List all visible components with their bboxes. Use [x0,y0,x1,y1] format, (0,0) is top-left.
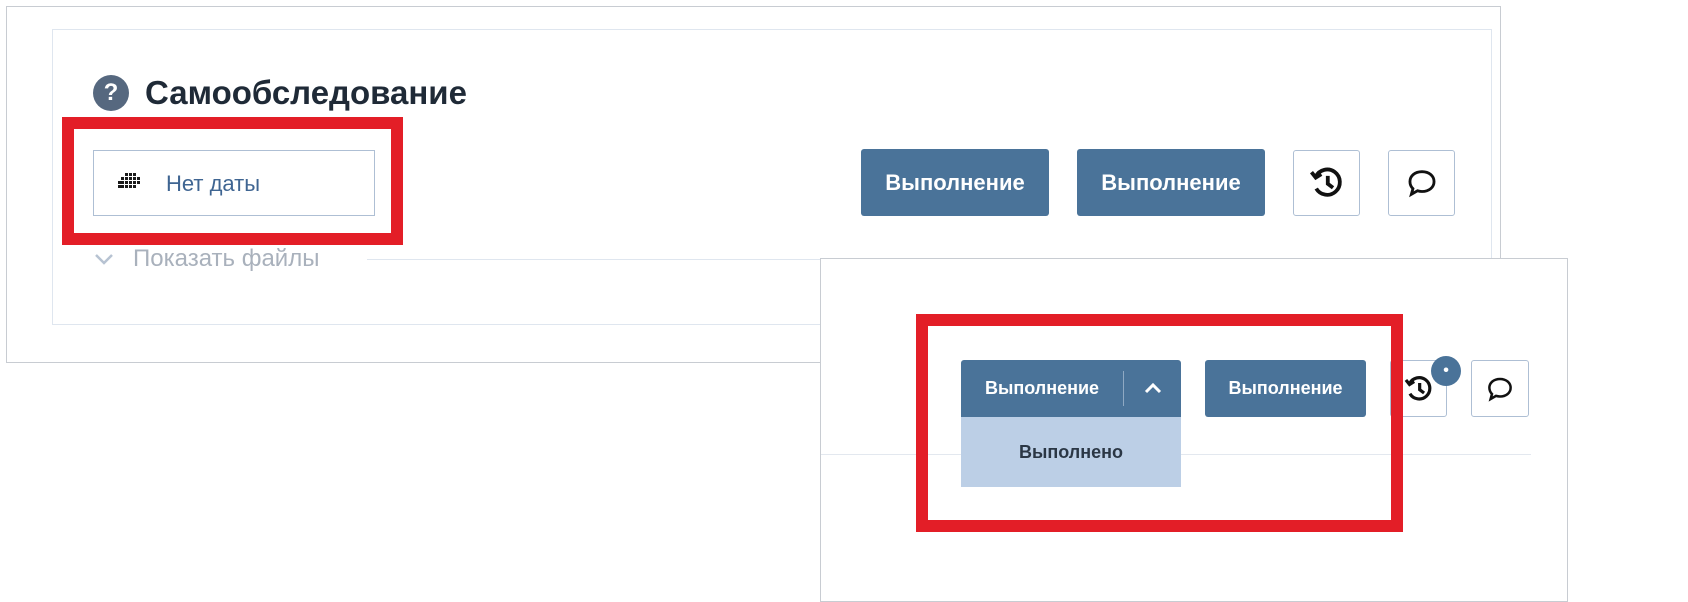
execution-split-button: Выполнение [961,360,1181,417]
history-icon [1309,167,1342,197]
history-button[interactable] [1293,150,1360,216]
task-panel-zoom: Выполнение Выполнено Выполнение • [820,258,1568,602]
date-value: Нет даты [166,171,261,196]
comment-icon [1408,170,1435,198]
status-dropdown: Выполнено [961,417,1181,487]
execution-button-secondary[interactable]: Выполнение [1205,360,1366,417]
page-title: Самообследование [145,74,467,111]
chevron-down-icon [95,254,113,265]
show-files-toggle[interactable]: Показать файлы [93,243,319,275]
comment-button[interactable] [1471,360,1529,417]
execution-button[interactable]: Выполнение [861,149,1049,216]
calendar-icon [118,173,140,188]
dropdown-item-done[interactable]: Выполнено [961,417,1181,487]
chevron-up-icon [1144,382,1161,393]
notification-badge: • [1431,356,1461,386]
show-files-label: Показать файлы [133,245,320,272]
comment-button[interactable] [1388,150,1455,216]
date-picker-field[interactable]: Нет даты [93,150,375,216]
comment-icon [1488,377,1512,402]
execution-button-secondary[interactable]: Выполнение [1077,149,1265,216]
history-icon [1404,375,1431,401]
execution-split-main[interactable]: Выполнение [961,360,1123,417]
split-toggle-button[interactable] [1124,360,1181,417]
help-icon[interactable]: ? [93,75,129,111]
